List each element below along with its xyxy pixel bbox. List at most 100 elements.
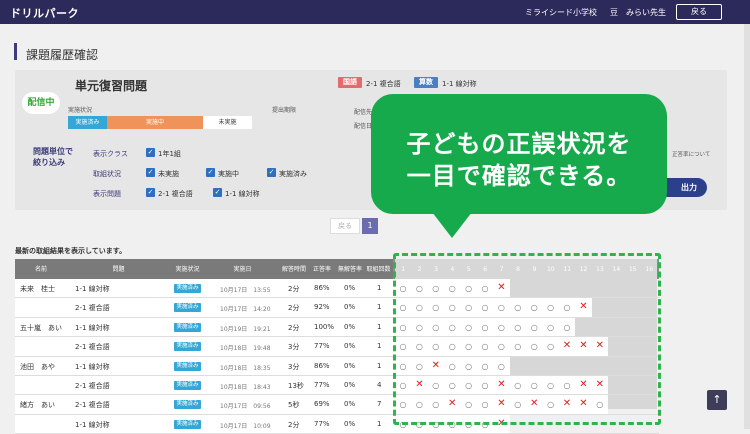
arrow-up-icon[interactable]: ↑ bbox=[707, 390, 727, 410]
date-cell: 10月17日 14:20 bbox=[220, 306, 271, 314]
status-badge: 実施済み bbox=[174, 342, 201, 352]
problem-name: 2-1 複合語 bbox=[75, 304, 110, 313]
progress-done: 実施済み bbox=[68, 116, 107, 129]
column-header: 名前 bbox=[34, 265, 47, 273]
teacher-name: 豆 みらい先生 bbox=[610, 8, 666, 17]
attempt-count-cell: 1 bbox=[377, 303, 382, 312]
unit-title: 単元復習問題 bbox=[75, 79, 148, 93]
todo-option: 未実施 bbox=[158, 170, 179, 178]
rate-cell: 77% bbox=[314, 419, 330, 428]
column-header: 無解答率 bbox=[337, 265, 362, 273]
problem-name: 1-1 線対称 bbox=[75, 323, 110, 332]
callout-text: 子どもの正誤状況を 一目で確認できる。 bbox=[406, 130, 632, 190]
date-cell: 10月18日 18:35 bbox=[220, 364, 271, 372]
rate-cell: 86% bbox=[314, 361, 330, 370]
column-header: 実施日 bbox=[233, 265, 252, 273]
latest-results-note: 最新の取組結果を表示しています。 bbox=[15, 247, 127, 255]
problem-name: 1-1 線対称 bbox=[75, 362, 110, 371]
highlight-frame bbox=[393, 253, 661, 425]
rate-cell: 77% bbox=[314, 381, 330, 389]
date-cell: 10月18日 19:48 bbox=[220, 345, 271, 353]
no-answer-cell: 0% bbox=[344, 284, 356, 292]
problem-name: 2-1 複合語 bbox=[75, 343, 110, 352]
status-badge: 実施済み bbox=[174, 400, 201, 410]
student-name[interactable]: 未来 桂士 bbox=[20, 284, 55, 294]
attempt-count-cell: 1 bbox=[377, 419, 382, 428]
column-header: 実施状況 bbox=[175, 265, 200, 273]
no-answer-cell: 0% bbox=[344, 381, 356, 389]
class-checkbox[interactable]: ✓ bbox=[146, 148, 155, 157]
status-badge: 実施済み bbox=[174, 381, 201, 390]
date-cell: 10月19日 19:21 bbox=[220, 325, 271, 333]
subject-tag-japanese: 国語 bbox=[338, 77, 362, 88]
time-cell: 13秒 bbox=[288, 382, 304, 390]
back-button[interactable]: 戻る bbox=[676, 4, 722, 20]
subject-problem-1: 2-1 複合語 bbox=[366, 80, 401, 88]
problem-name: 2-1 複合語 bbox=[75, 401, 110, 410]
rate-cell: 92% bbox=[314, 303, 330, 312]
time-cell: 3分 bbox=[288, 343, 300, 352]
status-badge: 実施済み bbox=[174, 361, 201, 371]
status-label: 実施状況 bbox=[68, 107, 93, 114]
time-cell: 2分 bbox=[288, 323, 300, 332]
problem2-option: 1-1 線対称 bbox=[225, 190, 260, 198]
time-cell: 2分 bbox=[288, 420, 300, 429]
column-header: 取組回数 bbox=[366, 265, 391, 273]
pager-current-page[interactable]: 1 bbox=[362, 218, 378, 234]
done-checkbox[interactable]: ✓ bbox=[267, 168, 276, 177]
status-badge: 実施済み bbox=[174, 303, 201, 313]
school-name: ミライシード小学校 bbox=[525, 8, 597, 17]
page-scrollbar[interactable] bbox=[744, 24, 750, 429]
problem2-checkbox[interactable]: ✓ bbox=[213, 188, 222, 197]
attempt-count-cell: 4 bbox=[377, 381, 382, 389]
time-cell: 5秒 bbox=[288, 401, 300, 410]
date-cell: 10月18日 18:43 bbox=[220, 384, 271, 391]
distribution-date-label: 配信日 bbox=[354, 123, 373, 130]
no-answer-cell: 0% bbox=[344, 361, 356, 370]
app-logo[interactable]: ドリルパーク bbox=[10, 5, 79, 21]
column-header: 問題 bbox=[112, 265, 125, 273]
attempt-count-cell: 1 bbox=[377, 361, 382, 370]
attempt-count-cell: 1 bbox=[377, 322, 382, 331]
no-answer-cell: 0% bbox=[344, 342, 356, 351]
rate-cell: 69% bbox=[314, 400, 330, 409]
problem-name: 1-1 線対称 bbox=[75, 285, 110, 293]
rate-cell: 77% bbox=[314, 342, 330, 351]
status-badge: 実施済み bbox=[174, 419, 201, 429]
title-accent bbox=[14, 43, 17, 60]
progress-todo: 未実施 bbox=[203, 116, 252, 129]
rate-cell: 86% bbox=[314, 284, 330, 292]
top-bar: ドリルパーク ミライシード小学校 豆 みらい先生 戻る bbox=[0, 0, 750, 24]
time-cell: 2分 bbox=[288, 285, 300, 293]
pager-prev-button[interactable]: 戻る bbox=[330, 218, 360, 234]
done-option: 実施済み bbox=[279, 170, 307, 178]
callout-tail bbox=[432, 212, 472, 238]
student-name[interactable]: 緒方 あい bbox=[20, 400, 55, 410]
progress-doing: 実施中 bbox=[107, 116, 203, 129]
student-name[interactable]: 五十嵐 あい bbox=[20, 323, 62, 333]
doing-option: 実施中 bbox=[218, 170, 239, 178]
date-cell: 10月17日 09:56 bbox=[220, 403, 271, 411]
subject-problem-2: 1-1 線対称 bbox=[442, 80, 477, 88]
attempt-count-cell: 1 bbox=[377, 342, 382, 351]
attempt-count-cell: 7 bbox=[377, 400, 382, 409]
page-title: 課題履歴確認 bbox=[26, 48, 99, 62]
column-header: 正答率 bbox=[312, 265, 331, 273]
no-answer-cell: 0% bbox=[344, 419, 356, 428]
class-value: 1年1組 bbox=[158, 150, 181, 158]
problem-name: 1-1 線対称 bbox=[75, 420, 110, 429]
no-answer-cell: 0% bbox=[344, 322, 356, 331]
doing-checkbox[interactable]: ✓ bbox=[206, 168, 215, 177]
time-cell: 2分 bbox=[288, 304, 300, 313]
rate-note-link[interactable]: 正答率について bbox=[672, 150, 710, 158]
filter-title: 問題単位で 絞り込み bbox=[33, 147, 73, 167]
todo-checkbox[interactable]: ✓ bbox=[146, 168, 155, 177]
date-cell: 10月17日 10:09 bbox=[220, 422, 271, 430]
column-header: 解答時間 bbox=[281, 265, 306, 273]
attempt-count-cell: 1 bbox=[377, 284, 382, 292]
problem-filter-label: 表示問題 bbox=[93, 190, 121, 198]
problem1-checkbox[interactable]: ✓ bbox=[146, 188, 155, 197]
status-filter-label: 取組状況 bbox=[93, 170, 121, 178]
time-cell: 3分 bbox=[288, 362, 300, 371]
student-name[interactable]: 池田 あや bbox=[20, 362, 55, 372]
